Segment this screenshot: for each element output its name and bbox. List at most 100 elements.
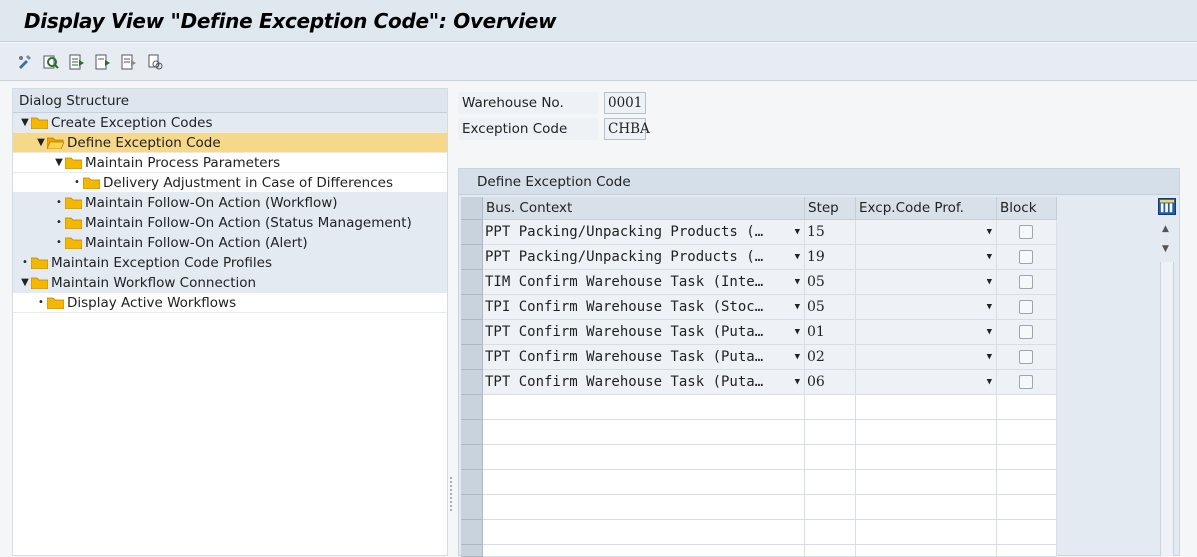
expand-arrow-icon[interactable]: ▼ <box>35 137 47 148</box>
block-checkbox[interactable] <box>1019 300 1033 314</box>
table-settings-icon[interactable] <box>1158 198 1176 215</box>
empty-cell[interactable] <box>805 395 856 420</box>
row-selector[interactable] <box>461 320 483 345</box>
dropdown-arrow-icon[interactable]: ▼ <box>795 370 800 394</box>
row-selector[interactable] <box>461 545 483 557</box>
dropdown-arrow-icon[interactable]: ▼ <box>795 270 800 294</box>
tree-item-active-workflows[interactable]: • Display Active Workflows <box>13 293 447 313</box>
empty-cell[interactable] <box>856 420 997 445</box>
empty-cell[interactable] <box>997 545 1057 557</box>
empty-cell[interactable] <box>805 520 856 545</box>
bus-context-cell[interactable]: PPT Packing/Unpacking Products (… ▼ <box>483 220 805 245</box>
dropdown-arrow-icon[interactable]: ▼ <box>795 220 800 244</box>
empty-cell[interactable] <box>856 395 997 420</box>
bus-context-cell[interactable]: TPI Confirm Warehouse Task (Stoc… ▼ <box>483 295 805 320</box>
deselect-all-icon[interactable] <box>120 53 138 71</box>
dropdown-arrow-icon[interactable]: ▼ <box>987 320 992 344</box>
row-selector[interactable] <box>461 370 483 395</box>
select-all-rows-button[interactable] <box>461 197 483 220</box>
profile-select[interactable]: ▼ <box>856 270 997 295</box>
bus-context-cell[interactable]: PPT Packing/Unpacking Products (… ▼ <box>483 245 805 270</box>
tree-item-define-exception-code[interactable]: ▼ Define Exception Code <box>13 133 447 153</box>
empty-cell[interactable] <box>856 520 997 545</box>
block-checkbox[interactable] <box>1019 225 1033 239</box>
empty-cell[interactable] <box>997 470 1057 495</box>
dropdown-arrow-icon[interactable]: ▼ <box>795 245 800 269</box>
row-selector[interactable] <box>461 345 483 370</box>
tree-item-maintain-process-parameters[interactable]: ▼ Maintain Process Parameters <box>13 153 447 173</box>
empty-cell[interactable] <box>997 420 1057 445</box>
empty-cell[interactable] <box>805 495 856 520</box>
empty-cell[interactable] <box>997 495 1057 520</box>
block-checkbox[interactable] <box>1019 275 1033 289</box>
warehouse-field[interactable]: 0001 <box>604 92 646 114</box>
step-cell[interactable]: 19 <box>805 245 856 270</box>
tree-item-follow-on-alert[interactable]: • Maintain Follow-On Action (Alert) <box>13 233 447 253</box>
profile-select[interactable]: ▼ <box>856 320 997 345</box>
find-icon[interactable] <box>42 53 60 71</box>
dropdown-arrow-icon[interactable]: ▼ <box>987 370 992 394</box>
expand-arrow-icon[interactable]: ▼ <box>19 277 31 288</box>
empty-cell[interactable] <box>483 520 805 545</box>
column-header-bus-context[interactable]: Bus. Context <box>483 197 805 220</box>
empty-cell[interactable] <box>856 470 997 495</box>
dropdown-arrow-icon[interactable]: ▼ <box>987 245 992 269</box>
dropdown-arrow-icon[interactable]: ▼ <box>987 270 992 294</box>
empty-cell[interactable] <box>997 520 1057 545</box>
empty-cell[interactable] <box>805 470 856 495</box>
empty-cell[interactable] <box>805 545 856 557</box>
column-header-profile[interactable]: Excp.Code Prof. <box>856 197 997 220</box>
tree-item-workflow-connection[interactable]: ▼ Maintain Workflow Connection <box>13 273 447 293</box>
empty-cell[interactable] <box>805 420 856 445</box>
row-selector[interactable] <box>461 470 483 495</box>
scroll-up-icon[interactable]: ▲ <box>1162 224 1169 234</box>
empty-cell[interactable] <box>483 445 805 470</box>
step-cell[interactable]: 15 <box>805 220 856 245</box>
print-icon[interactable] <box>146 53 164 71</box>
tree-item-follow-on-status[interactable]: • Maintain Follow-On Action (Status Mana… <box>13 213 447 233</box>
row-selector[interactable] <box>461 270 483 295</box>
dropdown-arrow-icon[interactable]: ▼ <box>795 320 800 344</box>
dropdown-arrow-icon[interactable]: ▼ <box>987 220 992 244</box>
bus-context-cell[interactable]: TIM Confirm Warehouse Task (Inte… ▼ <box>483 270 805 295</box>
profile-select[interactable]: ▼ <box>856 245 997 270</box>
profile-select[interactable]: ▼ <box>856 220 997 245</box>
step-cell[interactable]: 05 <box>805 270 856 295</box>
bus-context-cell[interactable]: TPT Confirm Warehouse Task (Puta… ▼ <box>483 345 805 370</box>
empty-cell[interactable] <box>483 395 805 420</box>
empty-cell[interactable] <box>805 445 856 470</box>
tree-item-follow-on-workflow[interactable]: • Maintain Follow-On Action (Workflow) <box>13 193 447 213</box>
step-cell[interactable]: 02 <box>805 345 856 370</box>
step-cell[interactable]: 01 <box>805 320 856 345</box>
step-cell[interactable]: 05 <box>805 295 856 320</box>
column-header-block[interactable]: Block <box>997 197 1057 220</box>
block-checkbox[interactable] <box>1019 325 1033 339</box>
row-selector[interactable] <box>461 220 483 245</box>
profile-select[interactable]: ▼ <box>856 345 997 370</box>
tree-item-delivery-adjustment[interactable]: • Delivery Adjustment in Case of Differe… <box>13 173 447 193</box>
block-checkbox[interactable] <box>1019 250 1033 264</box>
dropdown-arrow-icon[interactable]: ▼ <box>987 295 992 319</box>
row-selector[interactable] <box>461 495 483 520</box>
select-block-icon[interactable] <box>94 53 112 71</box>
block-checkbox[interactable] <box>1019 350 1033 364</box>
step-cell[interactable]: 06 <box>805 370 856 395</box>
empty-cell[interactable] <box>856 545 997 557</box>
tree-item-exception-code-profiles[interactable]: • Maintain Exception Code Profiles <box>13 253 447 273</box>
display-change-icon[interactable] <box>16 53 34 71</box>
bus-context-cell[interactable]: TPT Confirm Warehouse Task (Puta… ▼ <box>483 320 805 345</box>
empty-cell[interactable] <box>483 545 805 557</box>
row-selector[interactable] <box>461 520 483 545</box>
scroll-down-icon[interactable]: ▼ <box>1162 244 1169 254</box>
bus-context-cell[interactable]: TPT Confirm Warehouse Task (Puta… ▼ <box>483 370 805 395</box>
row-selector[interactable] <box>461 445 483 470</box>
tree-item-create-exception-codes[interactable]: ▼ Create Exception Codes <box>13 113 447 133</box>
block-checkbox[interactable] <box>1019 375 1033 389</box>
exception-code-field[interactable]: CHBA <box>604 118 650 140</box>
empty-cell[interactable] <box>856 495 997 520</box>
row-selector[interactable] <box>461 245 483 270</box>
row-selector[interactable] <box>461 395 483 420</box>
empty-cell[interactable] <box>997 445 1057 470</box>
row-selector[interactable] <box>461 295 483 320</box>
select-all-icon[interactable] <box>68 53 86 71</box>
